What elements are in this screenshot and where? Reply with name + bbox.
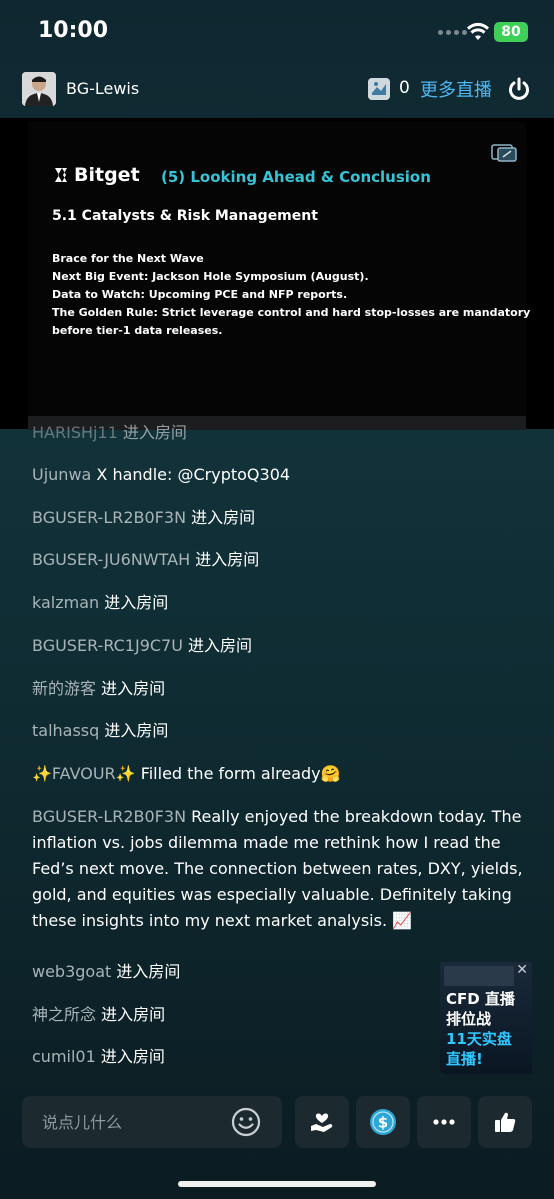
chat-text: 进入房间 xyxy=(195,550,260,569)
chat-message: BGUSER-LR2B0F3N 进入房间 xyxy=(32,505,255,531)
svg-text:$: $ xyxy=(378,1114,388,1132)
slide-line: Brace for the Next Wave xyxy=(52,252,204,265)
tip-button[interactable]: $ xyxy=(356,1096,410,1148)
home-indicator[interactable] xyxy=(178,1181,376,1187)
signal-icon xyxy=(438,30,467,35)
chat-username: BGUSER-LR2B0F3N xyxy=(32,807,187,826)
promo-banner-art xyxy=(444,966,514,986)
chat-text: X handle: @CryptoQ304 xyxy=(96,465,291,484)
battery-indicator: 80 xyxy=(494,22,528,42)
chat-text: 进入房间 xyxy=(104,593,169,612)
bitget-brand-text: Bitget xyxy=(74,164,140,186)
more-options-button[interactable] xyxy=(417,1096,471,1148)
dollar-coin-icon: $ xyxy=(370,1109,396,1135)
promo-line: 11天实盘 xyxy=(446,1030,512,1048)
status-bar: 10:00 80 xyxy=(0,0,554,64)
clock: 10:00 xyxy=(38,18,109,43)
like-heart-button[interactable] xyxy=(295,1096,349,1148)
bottom-action-bar: $ xyxy=(0,1094,554,1154)
presentation-slide: Bitget (5) Looking Ahead & Conclusion 5.… xyxy=(28,122,531,430)
chat-message: Ujunwa X handle: @CryptoQ304 xyxy=(32,462,290,488)
more-live-link[interactable]: 更多直播 xyxy=(420,76,492,102)
chat-message: web3goat 进入房间 xyxy=(32,959,180,985)
emoji-icon[interactable] xyxy=(230,1106,262,1138)
viewer-count-icon xyxy=(368,78,390,100)
chat-username: 新的游客 xyxy=(32,679,97,698)
chat-username: BGUSER-RC1J9C7U xyxy=(32,636,183,655)
chat-text: 进入房间 xyxy=(188,636,253,655)
chat-username: kalzman xyxy=(32,593,100,612)
slide-section-title: (5) Looking Ahead & Conclusion xyxy=(161,168,431,186)
chat-text: Filled the form already🤗 xyxy=(140,764,341,783)
like-button[interactable] xyxy=(478,1096,532,1148)
slide-line: Next Big Event: Jackson Hole Symposium (… xyxy=(52,270,369,283)
chat-username: BGUSER-LR2B0F3N xyxy=(32,508,187,527)
chat-text: 进入房间 xyxy=(100,1047,165,1066)
chat-message: cumil01 进入房间 xyxy=(32,1044,165,1070)
chat-username: talhassq xyxy=(32,721,100,740)
slide-body: Brace for the Next Wave Next Big Event: … xyxy=(52,250,531,340)
live-stream-video[interactable]: Bitget (5) Looking Ahead & Conclusion 5.… xyxy=(0,118,554,430)
host-avatar[interactable] xyxy=(22,72,56,106)
live-header: BG-Lewis 0 更多直播 xyxy=(0,64,554,116)
chat-username: HARISHj11 xyxy=(32,423,118,442)
chat-message: ✨FAVOUR✨ Filled the form already🤗 xyxy=(32,761,341,787)
power-icon[interactable] xyxy=(506,76,532,102)
chat-text: 进入房间 xyxy=(191,508,256,527)
chat-username: web3goat xyxy=(32,962,112,981)
host-name[interactable]: BG-Lewis xyxy=(66,79,139,98)
bitget-logo: Bitget xyxy=(52,164,140,186)
chat-message: kalzman 进入房间 xyxy=(32,590,168,616)
chat-text: 进入房间 xyxy=(116,962,181,981)
chat-message: 新的游客 进入房间 xyxy=(32,676,165,702)
chat-username: Ujunwa xyxy=(32,465,92,484)
chat-message: BGUSER-RC1J9C7U 进入房间 xyxy=(32,633,252,659)
chat-username: ✨FAVOUR✨ xyxy=(32,764,136,783)
slide-subhead: 5.1 Catalysts & Risk Management xyxy=(52,208,318,224)
chat-username: BGUSER-JU6NWTAH xyxy=(32,550,191,569)
host-avatar-image xyxy=(22,72,56,106)
bitget-logo-icon xyxy=(55,168,67,182)
chat-text: 进入房间 xyxy=(101,1005,166,1024)
screen-share-icon xyxy=(491,144,517,162)
chat-message: BGUSER-LR2B0F3N Really enjoyed the break… xyxy=(32,804,526,934)
promo-line: CFD 直播 xyxy=(446,990,515,1008)
slide-line: Data to Watch: Upcoming PCE and NFP repo… xyxy=(52,288,348,301)
promo-line: 直播! xyxy=(446,1050,483,1068)
chat-message: 神之所念 进入房间 xyxy=(32,1002,165,1028)
slide-line: before tier-1 data releases. xyxy=(52,324,223,337)
chat-message: BGUSER-JU6NWTAH 进入房间 xyxy=(32,547,259,573)
thumbs-up-icon xyxy=(495,1112,516,1132)
chat-username: 神之所念 xyxy=(32,1005,97,1024)
chat-message: HARISHj11 进入房间 xyxy=(32,420,187,446)
hand-heart-icon xyxy=(311,1113,333,1132)
slide-line: The Golden Rule: Strict leverage control… xyxy=(52,306,531,319)
ellipsis-icon xyxy=(433,1119,455,1125)
promo-line: 排位战 xyxy=(446,1010,492,1028)
chat-message: talhassq 进入房间 xyxy=(32,718,168,744)
chat-text: 进入房间 xyxy=(122,423,187,442)
chat-username: cumil01 xyxy=(32,1047,96,1066)
cfd-promo-banner[interactable]: ✕ CFD 直播 排位战 11天实盘 直播! xyxy=(440,962,532,1074)
wifi-icon xyxy=(467,22,489,40)
chat-text: 进入房间 xyxy=(104,721,169,740)
close-icon[interactable]: ✕ xyxy=(516,962,528,978)
chat-text: 进入房间 xyxy=(101,679,166,698)
viewer-count: 0 xyxy=(399,78,410,98)
